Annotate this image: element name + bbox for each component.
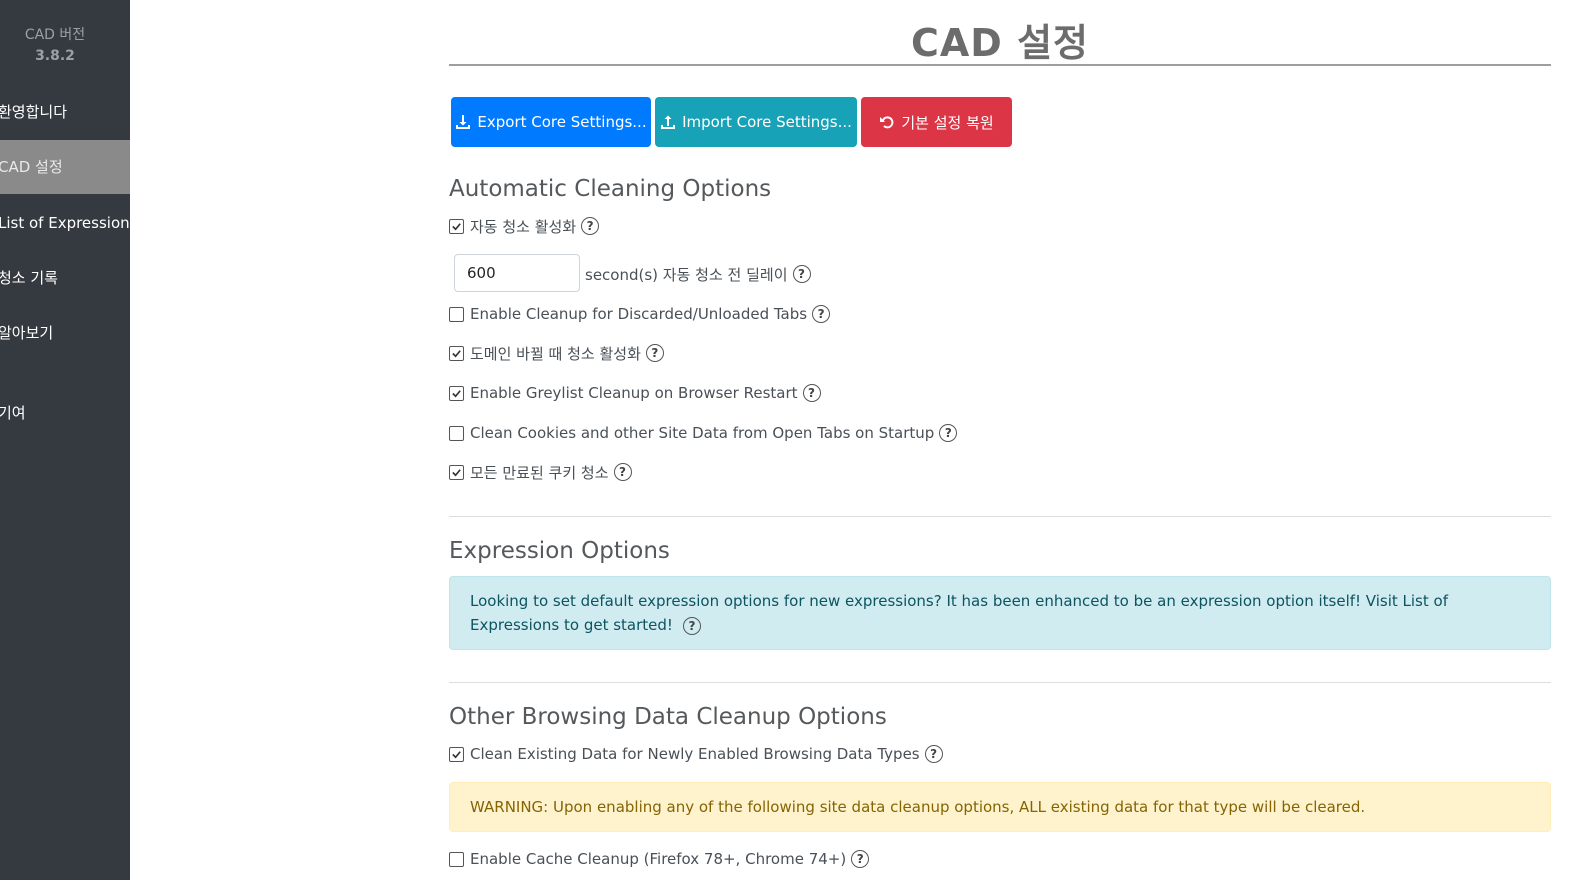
auto-cleaning-heading: Automatic Cleaning Options xyxy=(449,176,772,202)
expired-cookies-label: 모든 만료된 쿠키 청소 xyxy=(470,463,609,482)
reset-defaults-label: 기본 설정 복원 xyxy=(901,113,994,132)
cache-cleanup-label: Enable Cache Cleanup (Firefox 78+, Chrom… xyxy=(470,850,847,868)
check-icon xyxy=(452,389,461,397)
open-tabs-startup-checkbox[interactable] xyxy=(449,425,464,441)
expired-cookies-checkbox[interactable] xyxy=(449,464,464,480)
help-icon[interactable]: ? xyxy=(645,344,664,362)
greylist-restart-row: Enable Greylist Cleanup on Browser Resta… xyxy=(449,381,821,405)
domain-change-row: 도메인 바뀔 때 청소 활성화 ? xyxy=(449,341,664,365)
clean-existing-label: Clean Existing Data for Newly Enabled Br… xyxy=(470,745,920,763)
discarded-tabs-row: Enable Cleanup for Discarded/Unloaded Ta… xyxy=(449,302,831,326)
auto-clean-row: 자동 청소 활성화 ? xyxy=(449,214,600,238)
auto-clean-checkbox[interactable] xyxy=(449,218,464,234)
import-settings-label: Import Core Settings... xyxy=(682,113,852,131)
domain-change-checkbox[interactable] xyxy=(449,345,464,361)
sidebar: CAD 버전 3.8.2 환영합니다 CAD 설정 List of Expres… xyxy=(0,0,130,880)
help-icon[interactable]: ? xyxy=(851,850,870,868)
cache-cleanup-row: Enable Cache Cleanup (Firefox 78+, Chrom… xyxy=(449,847,870,871)
delay-row: second(s) 자동 청소 전 딜레이 ? xyxy=(585,262,811,286)
version-number: 3.8.2 xyxy=(35,48,75,64)
help-icon[interactable]: ? xyxy=(581,217,600,235)
auto-clean-label: 자동 청소 활성화 xyxy=(470,217,577,236)
delay-suffix-label: second(s) 자동 청소 전 딜레이 xyxy=(585,265,788,284)
export-settings-label: Export Core Settings... xyxy=(477,113,647,131)
open-tabs-startup-label: Clean Cookies and other Site Data from O… xyxy=(470,424,935,442)
section-divider xyxy=(449,516,1551,517)
check-icon xyxy=(452,468,461,476)
sidebar-item-contribute[interactable]: 기여 xyxy=(0,386,130,440)
greylist-restart-checkbox[interactable] xyxy=(449,385,464,401)
expression-options-heading: Expression Options xyxy=(449,538,670,564)
export-settings-button[interactable]: Export Core Settings... xyxy=(451,97,651,147)
check-icon xyxy=(452,750,461,758)
expression-info-alert: Looking to set default expression option… xyxy=(449,576,1551,650)
cache-cleanup-checkbox[interactable] xyxy=(449,851,464,867)
title-divider xyxy=(449,64,1551,66)
check-icon xyxy=(452,222,461,230)
domain-change-label: 도메인 바뀔 때 청소 활성화 xyxy=(470,344,641,363)
version-label: CAD 버전 xyxy=(24,27,86,43)
clean-existing-checkbox[interactable] xyxy=(449,746,464,762)
import-settings-button[interactable]: Import Core Settings... xyxy=(655,97,857,147)
help-icon[interactable]: ? xyxy=(924,745,943,763)
help-icon[interactable]: ? xyxy=(939,424,958,442)
check-icon xyxy=(452,349,461,357)
help-icon[interactable]: ? xyxy=(812,305,831,323)
sidebar-item-cleanup-log[interactable]: 청소 기록 xyxy=(0,251,130,305)
upload-icon xyxy=(661,115,676,129)
section-divider xyxy=(449,682,1551,683)
help-icon[interactable]: ? xyxy=(613,463,632,481)
open-tabs-startup-row: Clean Cookies and other Site Data from O… xyxy=(449,421,958,445)
sidebar-item-welcome[interactable]: 환영합니다 xyxy=(0,85,130,139)
expression-info-text: Looking to set default expression option… xyxy=(470,592,1448,634)
help-icon[interactable]: ? xyxy=(792,265,811,283)
expired-cookies-row: 모든 만료된 쿠키 청소 ? xyxy=(449,460,632,484)
other-browsing-heading: Other Browsing Data Cleanup Options xyxy=(449,704,887,730)
help-icon[interactable]: ? xyxy=(802,384,821,402)
greylist-restart-label: Enable Greylist Cleanup on Browser Resta… xyxy=(470,384,798,402)
page-title: CAD 설정 xyxy=(911,21,1089,65)
discarded-tabs-label: Enable Cleanup for Discarded/Unloaded Ta… xyxy=(470,305,808,323)
warning-alert: WARNING: Upon enabling any of the follow… xyxy=(449,782,1551,832)
sidebar-item-about[interactable]: 알아보기 xyxy=(0,306,130,360)
sidebar-item-expressions[interactable]: List of Expressions xyxy=(0,196,130,250)
download-icon xyxy=(456,115,471,129)
reset-defaults-button[interactable]: 기본 설정 복원 xyxy=(861,97,1012,147)
undo-icon xyxy=(880,116,894,129)
sidebar-item-settings[interactable]: CAD 설정 xyxy=(0,140,130,194)
discarded-tabs-checkbox[interactable] xyxy=(449,306,464,322)
help-icon[interactable]: ? xyxy=(682,616,701,635)
clean-existing-row: Clean Existing Data for Newly Enabled Br… xyxy=(449,742,943,766)
clean-delay-input[interactable] xyxy=(454,254,580,292)
